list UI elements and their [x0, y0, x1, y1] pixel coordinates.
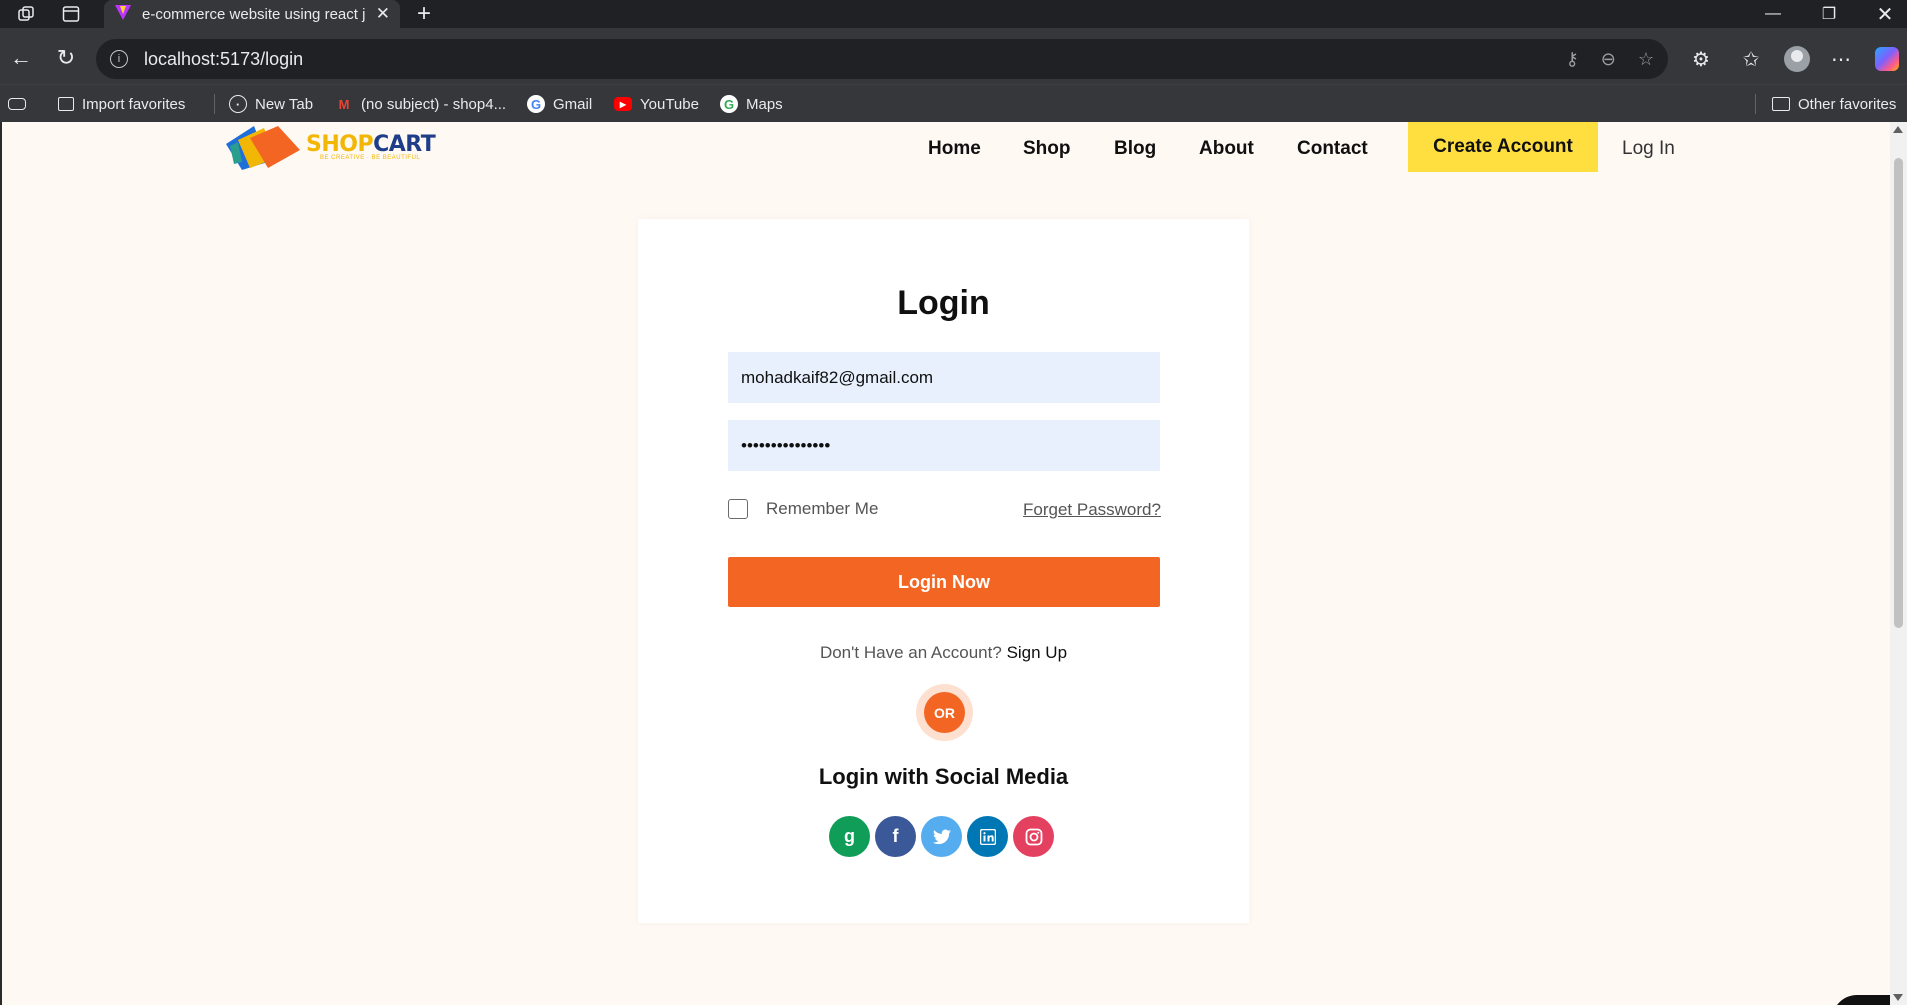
chatgpt-widget-icon[interactable] [1832, 995, 1890, 1005]
bookmark-maps[interactable]: G Maps [720, 85, 783, 123]
twitter-login-icon[interactable] [921, 816, 962, 857]
bookmark-other-favorites[interactable]: Other favorites [1772, 85, 1896, 123]
youtube-icon: ▶ [614, 97, 632, 111]
bookmark-gmail[interactable]: G Gmail [527, 85, 592, 123]
scroll-up-icon[interactable] [1893, 126, 1903, 133]
bookmark-divider [1755, 94, 1756, 114]
nav-about[interactable]: About [1199, 138, 1254, 160]
bookmark-new-tab[interactable]: · New Tab [229, 85, 313, 123]
scroll-down-icon[interactable] [1893, 994, 1903, 1001]
site-info-icon[interactable]: i [110, 50, 128, 68]
nav-shop[interactable]: Shop [1023, 138, 1071, 160]
close-tab-icon[interactable]: ✕ [376, 4, 390, 24]
refresh-icon[interactable]: ↻ [51, 43, 81, 73]
vite-favicon-icon [114, 3, 132, 25]
key-icon[interactable]: ⚷ [1566, 49, 1579, 70]
tab-actions-icon[interactable] [56, 0, 86, 28]
folder-icon [1772, 97, 1790, 111]
nav-login-link[interactable]: Log In [1622, 138, 1675, 160]
create-account-button[interactable]: Create Account [1408, 122, 1598, 172]
address-bar[interactable]: i localhost:5173/login ⚷ ⊖ ☆ [96, 39, 1668, 79]
favorites-icon[interactable]: ✩ [1736, 44, 1766, 74]
bookmark-label: Import favorites [82, 95, 186, 113]
google-icon: G [720, 95, 738, 113]
google-icon: G [527, 95, 545, 113]
back-icon[interactable]: ← [6, 43, 36, 73]
remember-me-checkbox[interactable] [728, 499, 748, 519]
gmail-icon: M [338, 96, 350, 112]
browser-tab-active[interactable]: e-commerce website using react j ✕ [104, 0, 400, 28]
login-title: Login [897, 284, 990, 322]
extensions-icon[interactable]: ⚙ [1686, 44, 1716, 74]
remember-me-label[interactable]: Remember Me [766, 499, 878, 519]
bookmark-youtube[interactable]: ▶ YouTube [614, 85, 699, 123]
profile-icon[interactable] [1782, 44, 1812, 74]
bookmark-label: Maps [746, 95, 783, 113]
copilot-icon[interactable] [1872, 44, 1902, 74]
google-login-icon[interactable]: g [829, 816, 870, 857]
workspaces-icon[interactable] [12, 0, 42, 28]
facebook-login-icon[interactable]: f [875, 816, 916, 857]
bookmark-label: Other favorites [1798, 95, 1897, 113]
bookmark-divider [214, 94, 215, 114]
site-logo[interactable]: SHOPCART BE CREATIVE · BE BEAUTIFUL [224, 122, 436, 170]
bookmark-label: Gmail [553, 95, 593, 113]
page-scrollbar[interactable] [1890, 122, 1907, 1005]
bookmark-label: YouTube [640, 95, 699, 113]
bookmarks-bar: Import favorites · New Tab M (no subject… [0, 84, 1907, 122]
logo-tagline: BE CREATIVE · BE BEAUTIFUL [320, 154, 421, 161]
bookmark-import-favorites[interactable]: Import favorites [58, 85, 185, 123]
login-now-button[interactable]: Login Now [728, 557, 1160, 607]
new-tab-icon[interactable]: + [410, 0, 438, 28]
password-field[interactable] [728, 420, 1160, 471]
import-icon [58, 97, 74, 111]
nav-home[interactable]: Home [928, 138, 981, 160]
nav-contact[interactable]: Contact [1297, 138, 1368, 160]
reading-view-icon[interactable] [8, 85, 26, 123]
minimize-icon[interactable]: — [1745, 0, 1801, 28]
bookmark-no-subject[interactable]: M (no subject) - shop4... [335, 85, 507, 123]
globe-icon: · [229, 95, 247, 113]
restore-icon[interactable]: ❐ [1801, 0, 1857, 28]
linkedin-login-icon[interactable] [967, 816, 1008, 857]
remember-me-row: Remember Me [728, 499, 878, 519]
nav-blog[interactable]: Blog [1114, 138, 1156, 160]
forget-password-link[interactable]: Forget Password? [1023, 500, 1161, 520]
no-account-text: Don't Have an Account? [819, 643, 1002, 662]
logo-shop-text: SHOP [306, 131, 374, 157]
bookmark-label: (no subject) - shop4... [361, 95, 507, 113]
email-field[interactable] [728, 352, 1160, 403]
signup-prompt: Don't Have an Account? Sign Up [638, 643, 1249, 663]
sign-up-link[interactable]: Sign Up [1007, 643, 1067, 662]
or-label: OR [924, 692, 965, 733]
scroll-thumb[interactable] [1894, 158, 1903, 628]
or-divider: OR [916, 684, 973, 741]
bookmark-label: New Tab [255, 95, 314, 113]
star-icon[interactable]: ☆ [1638, 49, 1654, 70]
login-card: Login Remember Me Forget Password? Login… [638, 219, 1249, 923]
close-window-icon[interactable]: ✕ [1857, 0, 1907, 28]
social-login-title: Login with Social Media [818, 764, 1069, 789]
instagram-login-icon[interactable] [1013, 816, 1054, 857]
shopping-bags-logo-icon [224, 122, 302, 170]
tab-title: e-commerce website using react j [142, 5, 366, 23]
more-menu-icon[interactable]: ⋯ [1826, 44, 1856, 74]
zoom-icon[interactable]: ⊖ [1601, 49, 1616, 70]
page-viewport: SHOPCART BE CREATIVE · BE BEAUTIFUL Home… [0, 122, 1890, 1005]
logo-cart-text: CART [373, 131, 436, 157]
browser-tab-bar: e-commerce website using react j ✕ + — ❐… [0, 0, 1907, 28]
social-login-buttons: g f [829, 816, 1054, 857]
url-text[interactable]: localhost:5173/login [144, 49, 1544, 70]
